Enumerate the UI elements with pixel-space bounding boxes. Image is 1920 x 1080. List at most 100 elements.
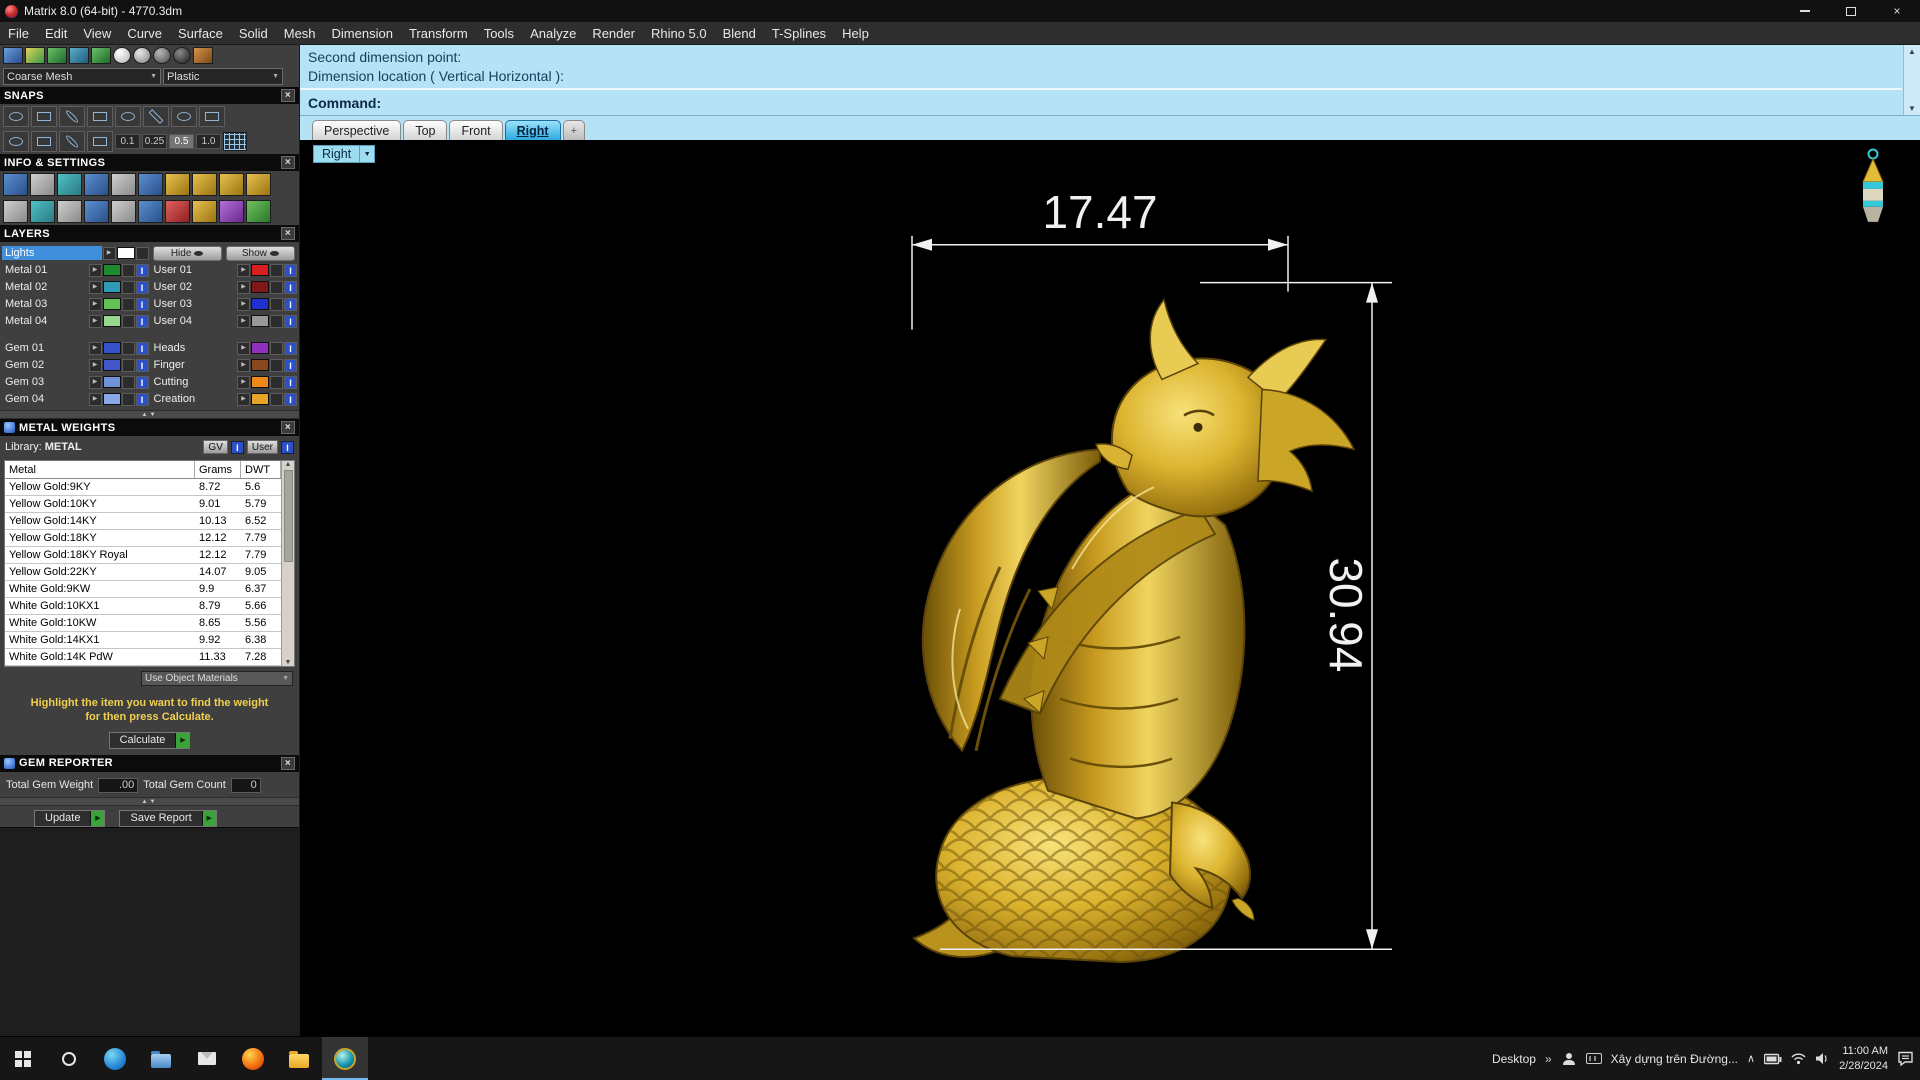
layer-name[interactable]: Finger <box>151 359 237 371</box>
viewport-label[interactable]: Right ▼ <box>313 145 376 163</box>
taskbar-clock[interactable]: 11:00 AM 2/28/2024 <box>1839 1044 1888 1073</box>
osnap-icon[interactable] <box>87 106 113 127</box>
tab-right[interactable]: Right <box>504 120 561 140</box>
point-snap-icon[interactable] <box>3 131 29 152</box>
close-button[interactable]: × <box>1874 0 1920 22</box>
gem-gold-icon[interactable] <box>192 200 217 223</box>
layer-color-swatch[interactable] <box>116 247 135 259</box>
menu-render[interactable]: Render <box>584 26 643 41</box>
layer-name[interactable]: Gem 01 <box>2 342 88 354</box>
intersection-snap-icon[interactable] <box>87 131 113 152</box>
layer-visibility-icon[interactable] <box>270 297 283 311</box>
expand-arrow-icon[interactable]: ▶ <box>237 297 250 311</box>
screen-gold-icon[interactable] <box>192 173 217 196</box>
layer-color-swatch[interactable] <box>251 281 269 293</box>
table-row[interactable]: Yellow Gold:9KY 8.72 5.6 <box>5 479 281 496</box>
layer-visibility-icon[interactable] <box>121 358 135 372</box>
layer-info-button[interactable]: I <box>284 314 297 328</box>
hidden-icons-chevron[interactable]: ∧ <box>1747 1052 1755 1065</box>
table-row[interactable]: White Gold:10KW 8.65 5.56 <box>5 615 281 632</box>
menu-analyze[interactable]: Analyze <box>522 26 584 41</box>
action-center-icon[interactable] <box>1897 1051 1914 1066</box>
network-icon[interactable] <box>1791 1052 1806 1065</box>
layer-info-button[interactable]: I <box>135 263 149 277</box>
table-row[interactable]: White Gold:14KX1 9.92 6.38 <box>5 632 281 649</box>
maximize-button[interactable] <box>1828 0 1874 22</box>
selection-filter-icon[interactable] <box>199 106 225 127</box>
layer-visibility-icon[interactable] <box>270 375 283 389</box>
expand-arrow-icon[interactable]: ▶ <box>88 314 102 328</box>
battery-icon[interactable] <box>1764 1053 1782 1065</box>
expand-arrow-icon[interactable]: ▶ <box>88 341 102 355</box>
menu-solid[interactable]: Solid <box>231 26 276 41</box>
gv-button[interactable]: GV <box>203 440 228 454</box>
layer-name[interactable]: Heads <box>151 342 237 354</box>
taskbar-app-firefox[interactable] <box>230 1037 276 1080</box>
layer-visibility-icon[interactable] <box>121 341 135 355</box>
layer-name[interactable]: Metal 03 <box>2 298 88 310</box>
taskbar-app-edge[interactable] <box>92 1037 138 1080</box>
layer-name[interactable]: User 01 <box>151 264 237 276</box>
layer-name[interactable]: User 04 <box>151 315 237 327</box>
calculate-button[interactable]: Calculate ▶ <box>108 731 191 749</box>
expand-arrow-icon[interactable]: ▶ <box>237 375 250 389</box>
menu-file[interactable]: File <box>0 26 37 41</box>
search-button[interactable] <box>46 1037 92 1080</box>
command-history[interactable]: Second dimension point: Dimension locati… <box>300 45 1902 90</box>
render-display-icon[interactable] <box>91 47 111 64</box>
layer-info-button[interactable]: I <box>284 375 297 389</box>
expand-arrow-icon[interactable]: ▶ <box>237 392 250 406</box>
grid-value-0.25[interactable]: 0.25 <box>142 134 167 149</box>
gem-red-icon[interactable] <box>165 200 190 223</box>
layer-visibility-icon[interactable] <box>270 358 283 372</box>
layer-info-button[interactable]: I <box>284 392 297 406</box>
table-row[interactable]: White Gold:9KW 9.9 6.37 <box>5 581 281 598</box>
layer-color-swatch[interactable] <box>102 281 121 293</box>
expand-arrow-icon[interactable]: ▶ <box>237 263 250 277</box>
gear-gold-icon[interactable] <box>246 173 271 196</box>
ortho-snap-icon[interactable] <box>31 106 57 127</box>
material-sphere-black-icon[interactable] <box>173 47 191 64</box>
material-sphere-light-icon[interactable] <box>133 47 151 64</box>
layer-color-swatch[interactable] <box>102 342 121 354</box>
layer-name[interactable]: Gem 03 <box>2 376 88 388</box>
layer-name[interactable]: Gem 04 <box>2 393 88 405</box>
layer-visibility-icon[interactable] <box>270 314 283 328</box>
layer-name[interactable]: Cutting <box>151 376 237 388</box>
grid-value-0.5[interactable]: 0.5 <box>169 134 194 149</box>
scroll-up-icon[interactable]: ▲ <box>285 461 292 468</box>
material-copper-icon[interactable] <box>193 47 213 64</box>
panel-splitter[interactable]: ▲▼ <box>0 410 299 419</box>
save-report-button[interactable]: Save Report ▶ <box>119 809 217 827</box>
layer-name[interactable]: Metal 02 <box>2 281 88 293</box>
layer-visibility-icon[interactable] <box>121 280 135 294</box>
layer-name[interactable]: Gem 02 <box>2 359 88 371</box>
layer-info-button[interactable]: I <box>135 314 149 328</box>
layer-color-swatch[interactable] <box>251 376 269 388</box>
viewport-canvas[interactable]: 17.47 30.94 <box>300 140 1920 1036</box>
layer-info-button[interactable]: I <box>284 358 297 372</box>
expand-arrow-icon[interactable]: ▶ <box>237 314 250 328</box>
layer-info-button[interactable]: I <box>284 341 297 355</box>
layer-color-swatch[interactable] <box>102 359 121 371</box>
layer-visibility-icon[interactable] <box>270 341 283 355</box>
scroll-up-icon[interactable]: ▲ <box>1908 47 1916 56</box>
material-mode-dropdown[interactable]: Plastic ▼ <box>163 68 283 85</box>
table-row[interactable]: Yellow Gold:10KY 9.01 5.79 <box>5 496 281 513</box>
grid-snap-icon[interactable] <box>3 106 29 127</box>
layer-info-button[interactable]: I <box>284 297 297 311</box>
expand-arrow-icon[interactable]: ▶ <box>237 358 250 372</box>
menu-rhino[interactable]: Rhino 5.0 <box>643 26 715 41</box>
minimize-button[interactable] <box>1782 0 1828 22</box>
layer-visibility-icon[interactable] <box>121 263 135 277</box>
menu-view[interactable]: View <box>75 26 119 41</box>
close-icon[interactable]: × <box>281 227 295 240</box>
panel-splitter[interactable]: ▲▼ <box>0 796 299 806</box>
menu-tsplines[interactable]: T-Splines <box>764 26 834 41</box>
layer-info-button[interactable]: I <box>135 341 149 355</box>
layer-name[interactable]: User 02 <box>151 281 237 293</box>
layer-name[interactable]: User 03 <box>151 298 237 310</box>
gv-info-button[interactable]: I <box>230 440 244 454</box>
expand-arrow-icon[interactable]: ▶ <box>102 246 116 260</box>
layer-color-swatch[interactable] <box>102 264 121 276</box>
